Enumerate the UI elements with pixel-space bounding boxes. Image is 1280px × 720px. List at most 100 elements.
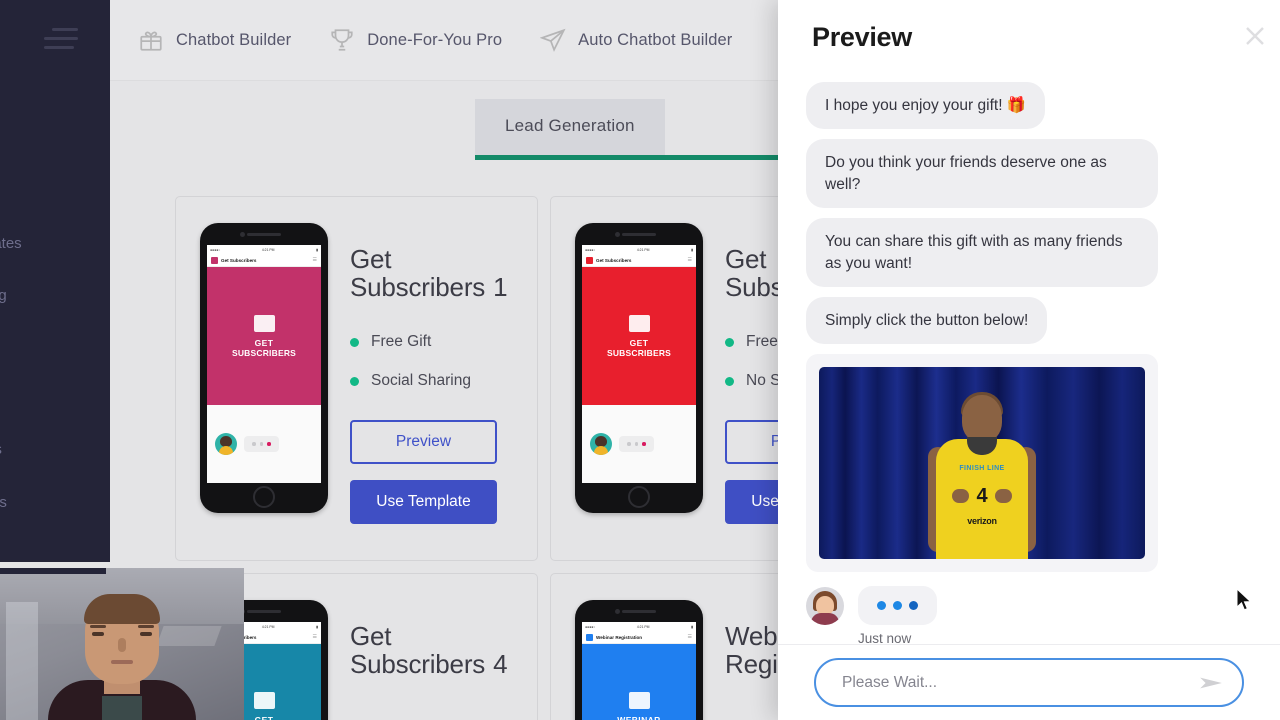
phone-screen: ●●●●○ 4:21 PM ▮ Webinar Registration ☰ WEB… — [582, 622, 696, 720]
webcam-doorframe — [6, 602, 38, 720]
template-feature: Free Gift — [350, 331, 520, 353]
sidebar-item-templates[interactable]: lates — [0, 235, 22, 252]
sidebar-item-settings[interactable]: gs — [0, 494, 7, 511]
phone-hero-line2: SUBSCRIBERS — [606, 347, 672, 358]
phone-avatar — [215, 433, 237, 455]
phone-speaker-icon — [247, 610, 281, 613]
phone-mockup: ●●●●○4:21 PM▮ Get Subscribers ☰ GET SUBS… — [200, 223, 328, 513]
tab-active-underline — [475, 155, 785, 160]
phone-statusbar: ●●●●○4:21 PM▮ — [582, 622, 696, 631]
message-timestamp: Just now — [858, 631, 912, 644]
phone-camera-icon — [615, 232, 620, 237]
sidebar-item-training[interactable]: ng — [0, 287, 7, 304]
phone-mockup: ●●●●○ 4:21 PM ▮ Webinar Registration ☰ WEB… — [575, 600, 703, 720]
sidebar-item-tools[interactable]: ls — [0, 441, 2, 458]
phone-home-button-icon — [628, 486, 650, 508]
preview-button[interactable]: Preview — [350, 420, 497, 465]
phone-menu-icon: ☰ — [687, 257, 692, 263]
phone-hero-logo-icon — [253, 314, 275, 332]
phone-appbar: Get Subscribers ☰ — [582, 254, 696, 267]
phone-app-title: Webinar Registration — [596, 634, 643, 640]
template-feature-list: Free Gift Social Sharing — [350, 331, 520, 392]
phone-hero-line1: GET — [254, 714, 274, 720]
gif-hand-right — [995, 489, 1012, 504]
phone-hero-line1: GET — [629, 337, 649, 348]
phone-hero-line1: GET — [254, 337, 274, 348]
chat-bubble: You can share this gift with as many fri… — [806, 218, 1158, 287]
template-feature: Social Sharing — [350, 370, 520, 392]
phone-speaker-icon — [622, 233, 656, 236]
message-input[interactable] — [842, 673, 1198, 692]
send-icon[interactable] — [1198, 670, 1224, 696]
gif-jersey-sponsor: verizon — [967, 516, 997, 527]
phone-hero-logo-icon — [628, 691, 650, 709]
phone-app-logo-icon — [586, 633, 593, 641]
nav-item-chatbot-builder[interactable]: Chatbot Builder — [138, 27, 291, 53]
typing-indicator — [858, 586, 937, 626]
chat-media-card[interactable]: FINISH LINE 4 verizon — [806, 354, 1158, 573]
close-icon[interactable] — [1239, 20, 1271, 52]
phone-avatar — [590, 433, 612, 455]
webcam-person — [48, 594, 196, 720]
nav-label-done-for-you-pro: Done-For-You Pro — [367, 30, 503, 49]
chat-bubble: Do you think your friends deserve one as… — [806, 139, 1158, 209]
gif-head — [962, 395, 1002, 443]
hamburger-icon[interactable] — [44, 28, 78, 54]
template-title: Get Subscribers 4 — [350, 621, 508, 680]
gift-box-icon — [138, 27, 164, 53]
phone-hero-logo-icon — [253, 691, 275, 709]
webcam-mouth — [111, 660, 133, 664]
phone-typing-indicator — [244, 436, 279, 452]
phone-hero-logo-icon — [628, 314, 650, 332]
message-input-wrapper[interactable] — [814, 658, 1244, 707]
phone-menu-icon: ☰ — [687, 634, 692, 640]
webcam-overlay — [0, 568, 244, 720]
phone-hero-line1: WEBINAR — [617, 714, 661, 720]
chat-composer — [778, 644, 1280, 720]
template-title: Get Subscribers 1 — [350, 244, 508, 303]
chat-media-gif: FINISH LINE 4 verizon — [819, 367, 1145, 560]
phone-hero: GET SUBSCRIBERS — [582, 267, 696, 405]
phone-statusbar: ●●●●○4:21 PM▮ — [582, 245, 696, 254]
gif-jersey-number: 4 — [976, 485, 988, 508]
phone-menu-icon: ☰ — [312, 257, 317, 263]
phone-screen: ●●●●○4:21 PM▮ Get Subscribers ☰ GET SUBS… — [207, 245, 321, 483]
chat-message-list[interactable]: I hope you enjoy your gift! 🎁 Do you thi… — [778, 76, 1280, 644]
phone-appbar: Webinar Registration ☰ — [582, 631, 696, 644]
typing-row — [806, 586, 1252, 626]
webcam-collar — [102, 696, 142, 720]
template-feature-label: Social Sharing — [371, 371, 471, 389]
chat-bubble: Simply click the button below! — [806, 296, 1048, 345]
bullet-dot-icon — [725, 376, 734, 386]
template-card[interactable]: ●●●●○4:21 PM▮ Get Subscribers ☰ GET SUBS… — [175, 196, 538, 561]
template-card-info: Get Subscribers 1 Free Gift Social Shari… — [350, 223, 520, 560]
phone-camera-icon — [615, 609, 620, 614]
page-title: Preview — [812, 22, 912, 52]
phone-camera-icon — [240, 232, 245, 237]
webcam-nose — [118, 638, 126, 652]
webcam-hair — [84, 594, 160, 624]
phone-statusbar: ●●●●○4:21 PM▮ — [207, 245, 321, 254]
gif-hand-left — [952, 489, 969, 504]
nav-label-auto-chatbot-builder: Auto Chatbot Builder — [578, 30, 733, 49]
phone-mockup: ●●●●○4:21 PM▮ Get Subscribers ☰ GET SUBS… — [575, 223, 703, 513]
use-template-button[interactable]: Use Template — [350, 480, 497, 525]
phone-menu-icon: ☰ — [312, 634, 317, 640]
gif-figure: FINISH LINE 4 verizon — [926, 389, 1038, 560]
webcam-brow-left — [90, 625, 106, 628]
webcam-eye-left — [92, 632, 104, 636]
bullet-dot-icon — [350, 376, 359, 386]
phone-chat-preview — [582, 405, 696, 483]
phone-typing-indicator — [619, 436, 654, 452]
preview-header: Preview — [778, 0, 1280, 76]
tab-lead-generation[interactable]: Lead Generation — [475, 99, 665, 155]
phone-speaker-icon — [247, 233, 281, 236]
nav-item-auto-chatbot-builder[interactable]: Auto Chatbot Builder — [539, 27, 733, 53]
mouse-cursor — [1236, 587, 1254, 614]
nav-item-done-for-you-pro[interactable]: Done-For-You Pro — [329, 27, 502, 53]
chat-bubble: I hope you enjoy your gift! 🎁 — [806, 82, 1046, 130]
app-screenshot: ot lates ng s ls gs Chatbot Builder — [0, 0, 1280, 720]
avatar — [806, 586, 844, 625]
webcam-eye-right — [140, 632, 152, 636]
phone-hero: GET SUBSCRIBERS — [207, 267, 321, 405]
